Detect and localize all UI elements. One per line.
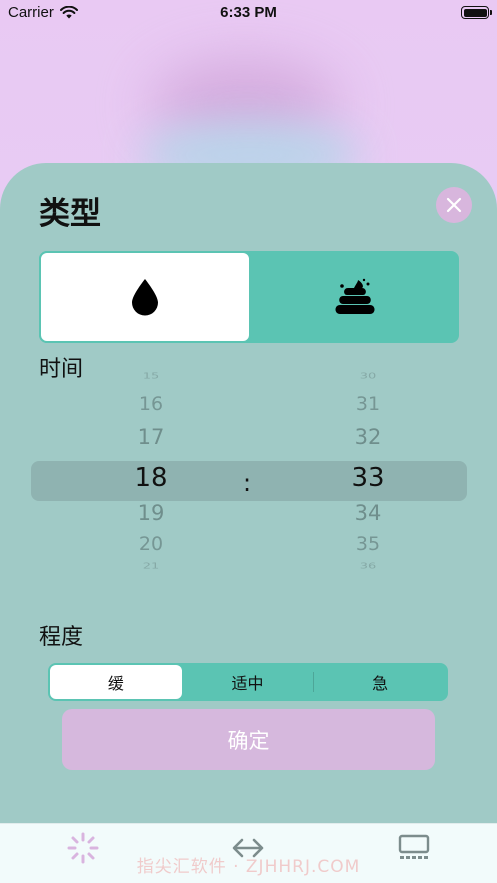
degree-label: 程度	[39, 625, 84, 650]
picker-hours-option[interactable]: 15	[91, 372, 211, 381]
picker-minutes-option[interactable]: 34	[308, 501, 428, 525]
time-picker[interactable]: 15 16 17 18 19 20 21 : 30 31 32 33 34 35 36	[0, 372, 497, 588]
battery-icon	[461, 6, 492, 19]
confirm-button[interactable]: 确定	[62, 709, 435, 770]
water-drop-icon	[132, 279, 158, 316]
degree-option-medium[interactable]: 适中	[182, 665, 314, 699]
close-button[interactable]	[436, 187, 472, 223]
watermark-text: 指尖汇软件 · ZJHHRJ.COM	[136, 857, 361, 877]
picker-minutes-option[interactable]: 33	[308, 463, 428, 493]
poop-icon	[335, 278, 375, 314]
picker-hours-option[interactable]: 20	[91, 533, 211, 555]
picker-minutes-option[interactable]: 30	[308, 372, 428, 381]
hour-wheel[interactable]: 15 16 17 18 19 20 21	[91, 372, 211, 588]
bottom-sheet: 类型 时间 15 16 17 18 19 20 21 : 30 31 32 33…	[0, 163, 497, 883]
sheet-title: 类型	[39, 196, 101, 232]
picker-hours-option[interactable]: 17	[91, 425, 211, 449]
picker-hours-option[interactable]: 19	[91, 501, 211, 525]
picker-minutes-option[interactable]: 31	[308, 393, 428, 415]
picker-minutes-option[interactable]: 32	[308, 425, 428, 449]
picker-hours-option[interactable]: 21	[91, 562, 211, 571]
type-option-pee[interactable]	[39, 251, 251, 343]
degree-segmented-control: 缓 适中 急	[48, 663, 448, 701]
degree-option-slow[interactable]: 缓	[50, 665, 182, 699]
degree-option-urgent[interactable]: 急	[314, 665, 446, 699]
time-separator: :	[243, 469, 252, 497]
minute-wheel[interactable]: 30 31 32 33 34 35 36	[308, 372, 428, 588]
type-toggle	[39, 251, 459, 343]
type-option-poop[interactable]	[251, 251, 459, 343]
picker-hours-option[interactable]: 16	[91, 393, 211, 415]
close-icon	[446, 197, 462, 213]
status-time: 6:33 PM	[220, 4, 277, 21]
picker-minutes-option[interactable]: 36	[308, 562, 428, 571]
tab-bar: 指尖汇软件 · ZJHHRJ.COM	[0, 823, 497, 883]
picker-minutes-option[interactable]: 35	[308, 533, 428, 555]
picker-hours-option[interactable]: 18	[91, 463, 211, 493]
battery-fill	[463, 8, 487, 17]
status-bar: Carrier 6:33 PM	[0, 0, 497, 26]
